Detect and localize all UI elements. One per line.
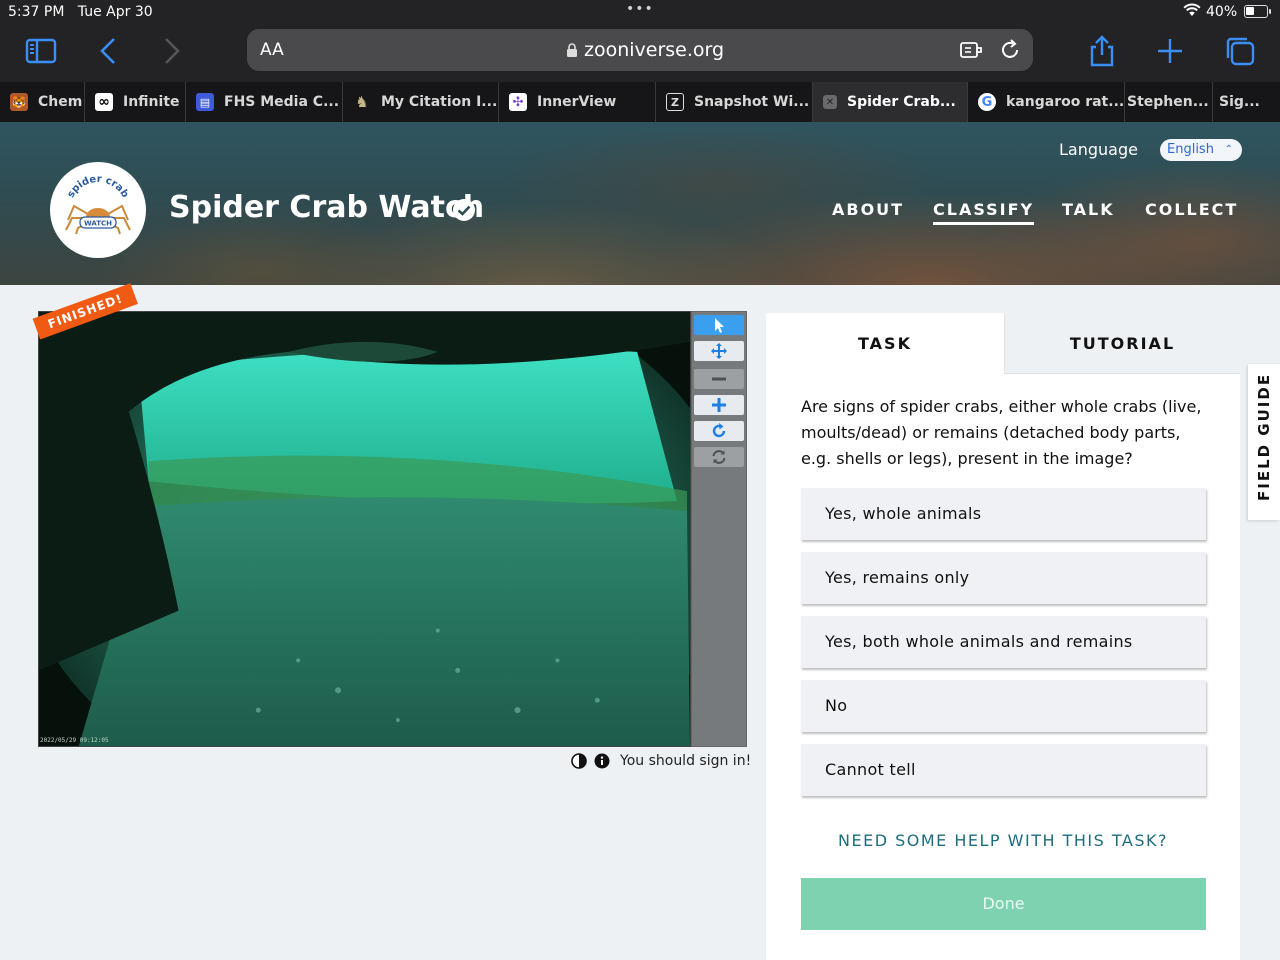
rotate-icon[interactable] bbox=[694, 421, 744, 441]
underwater-photo bbox=[39, 312, 690, 746]
subject-image[interactable] bbox=[38, 311, 691, 747]
answer-whole-animals[interactable]: Yes, whole animals bbox=[801, 488, 1206, 540]
tab-label: InnerView bbox=[537, 94, 617, 110]
tab-label: Spider Crab... bbox=[847, 94, 956, 110]
new-tab-icon[interactable] bbox=[1153, 34, 1187, 68]
invert-colors-icon[interactable] bbox=[571, 753, 587, 769]
share-icon[interactable] bbox=[1085, 34, 1119, 68]
browser-tab-fhs[interactable]: ▤ FHS Media C... bbox=[186, 82, 343, 122]
language-select[interactable]: English ⌃ bbox=[1160, 139, 1242, 161]
status-time: 5:37 PM Tue Apr 30 bbox=[8, 4, 153, 20]
url-text[interactable]: zooniverse.org bbox=[584, 39, 724, 61]
tab-label: Sig... bbox=[1219, 94, 1260, 110]
task-help-link[interactable]: NEED SOME HELP WITH THIS TASK? bbox=[766, 831, 1240, 850]
answer-cannot-tell[interactable]: Cannot tell bbox=[801, 744, 1206, 796]
zooniverse-favicon-icon: Z bbox=[666, 93, 684, 111]
close-tab-icon[interactable]: ✕ bbox=[823, 95, 837, 109]
image-toolbar bbox=[691, 311, 747, 747]
text-size-button[interactable]: AA bbox=[260, 40, 284, 60]
answer-both[interactable]: Yes, both whole animals and remains bbox=[801, 616, 1206, 668]
language-label: Language bbox=[1059, 140, 1138, 159]
browser-chrome: 5:37 PM Tue Apr 30 ••• 40% AA zooniverse… bbox=[0, 0, 1280, 82]
infinity-favicon-icon: ∞ bbox=[95, 93, 113, 111]
address-bar[interactable]: AA zooniverse.org bbox=[247, 29, 1033, 71]
browser-tab-kangaroo[interactable]: G kangaroo rat... bbox=[968, 82, 1125, 122]
battery-icon bbox=[1244, 5, 1271, 18]
svg-text:WATCH: WATCH bbox=[84, 220, 112, 228]
answer-no[interactable]: No bbox=[801, 680, 1206, 732]
tab-task[interactable]: TASK bbox=[766, 313, 1004, 374]
photo-timestamp: 2022/05/29 09:12:05 bbox=[40, 737, 109, 744]
metadata-info-icon[interactable] bbox=[594, 753, 610, 769]
tab-label: kangaroo rat... bbox=[1006, 94, 1125, 110]
pointer-tool-icon[interactable] bbox=[694, 315, 744, 335]
spider-crab-logo-icon: spider crab WATCH bbox=[65, 174, 131, 235]
tab-label: FHS Media C... bbox=[224, 94, 340, 110]
browser-tab-citation[interactable]: ♞ My Citation I... bbox=[343, 82, 499, 122]
answer-remains-only[interactable]: Yes, remains only bbox=[801, 552, 1206, 604]
nav-talk[interactable]: TALK bbox=[1062, 200, 1115, 219]
google-favicon-icon: G bbox=[978, 93, 996, 111]
fhs-favicon-icon: ▤ bbox=[196, 93, 214, 111]
browser-tab-spider-crab[interactable]: ✕ Spider Crab... bbox=[813, 82, 968, 122]
field-guide-tab[interactable]: FIELD GUIDE bbox=[1248, 364, 1280, 520]
browser-tab-innerview[interactable]: ✣ InnerView bbox=[499, 82, 656, 122]
browser-tab-sig[interactable]: Sig... bbox=[1213, 82, 1280, 122]
reader-extension-icon[interactable] bbox=[959, 39, 983, 61]
tab-label: Snapshot Wi... bbox=[694, 94, 810, 110]
viewer-meta: You should sign in! bbox=[571, 751, 751, 771]
reload-icon[interactable] bbox=[999, 39, 1023, 61]
project-header: spider crab WATCH Spider Crab Watch Lang… bbox=[0, 122, 1280, 285]
done-button[interactable]: Done bbox=[801, 878, 1206, 930]
nav-about[interactable]: ABOUT bbox=[832, 200, 904, 219]
nav-collect[interactable]: COLLECT bbox=[1145, 200, 1238, 219]
browser-tab-infinite[interactable]: ∞ Infinite C bbox=[85, 82, 186, 122]
back-icon[interactable] bbox=[92, 34, 126, 68]
browser-tab-stephen[interactable]: Stephen... bbox=[1125, 82, 1213, 122]
sidebar-toggle-icon[interactable] bbox=[24, 34, 58, 68]
zoom-in-icon[interactable] bbox=[694, 395, 744, 415]
select-chevron-icon: ⌃ bbox=[1224, 144, 1233, 155]
innerview-favicon-icon: ✣ bbox=[509, 93, 527, 111]
language-value: English bbox=[1167, 142, 1214, 157]
pan-tool-icon[interactable] bbox=[694, 341, 744, 361]
tab-tutorial[interactable]: TUTORIAL bbox=[1004, 313, 1240, 374]
tab-label: Chem bbox=[38, 94, 83, 110]
project-logo[interactable]: spider crab WATCH bbox=[50, 162, 146, 258]
tab-label: Stephen... bbox=[1127, 94, 1209, 110]
task-question: Are signs of spider crabs, either whole … bbox=[801, 397, 1202, 468]
battery-percent: 40% bbox=[1206, 4, 1238, 20]
wifi-icon bbox=[1183, 3, 1201, 16]
zoom-out-icon[interactable] bbox=[694, 369, 744, 389]
tiger-favicon-icon: 🐯 bbox=[10, 93, 28, 111]
tab-label: My Citation I... bbox=[381, 94, 498, 110]
multitasking-dots-icon[interactable]: ••• bbox=[626, 1, 654, 17]
reset-view-icon[interactable] bbox=[694, 447, 744, 467]
sign-in-prompt: You should sign in! bbox=[620, 753, 752, 769]
field-guide-label: FIELD GUIDE bbox=[1255, 372, 1273, 501]
browser-tab-bar: 🐯 Chem ∞ Infinite C ▤ FHS Media C... ♞ M… bbox=[0, 82, 1280, 122]
project-title[interactable]: Spider Crab Watch bbox=[169, 190, 484, 225]
lock-icon bbox=[567, 43, 577, 57]
tab-overview-icon[interactable] bbox=[1223, 34, 1257, 68]
svg-text:spider crab: spider crab bbox=[66, 174, 131, 200]
nav-classify[interactable]: CLASSIFY bbox=[933, 200, 1035, 225]
citation-favicon-icon: ♞ bbox=[355, 93, 369, 111]
browser-tab-chem[interactable]: 🐯 Chem bbox=[0, 82, 85, 122]
status-bar: 5:37 PM Tue Apr 30 ••• 40% bbox=[0, 0, 1280, 24]
forward-icon[interactable] bbox=[154, 34, 188, 68]
browser-tab-snapshot[interactable]: Z Snapshot Wi... bbox=[656, 82, 813, 122]
task-panel: TASK TUTORIAL Are signs of spider crabs,… bbox=[766, 313, 1240, 960]
tab-label: Infinite C bbox=[123, 94, 185, 110]
verified-badge-icon bbox=[453, 199, 475, 221]
